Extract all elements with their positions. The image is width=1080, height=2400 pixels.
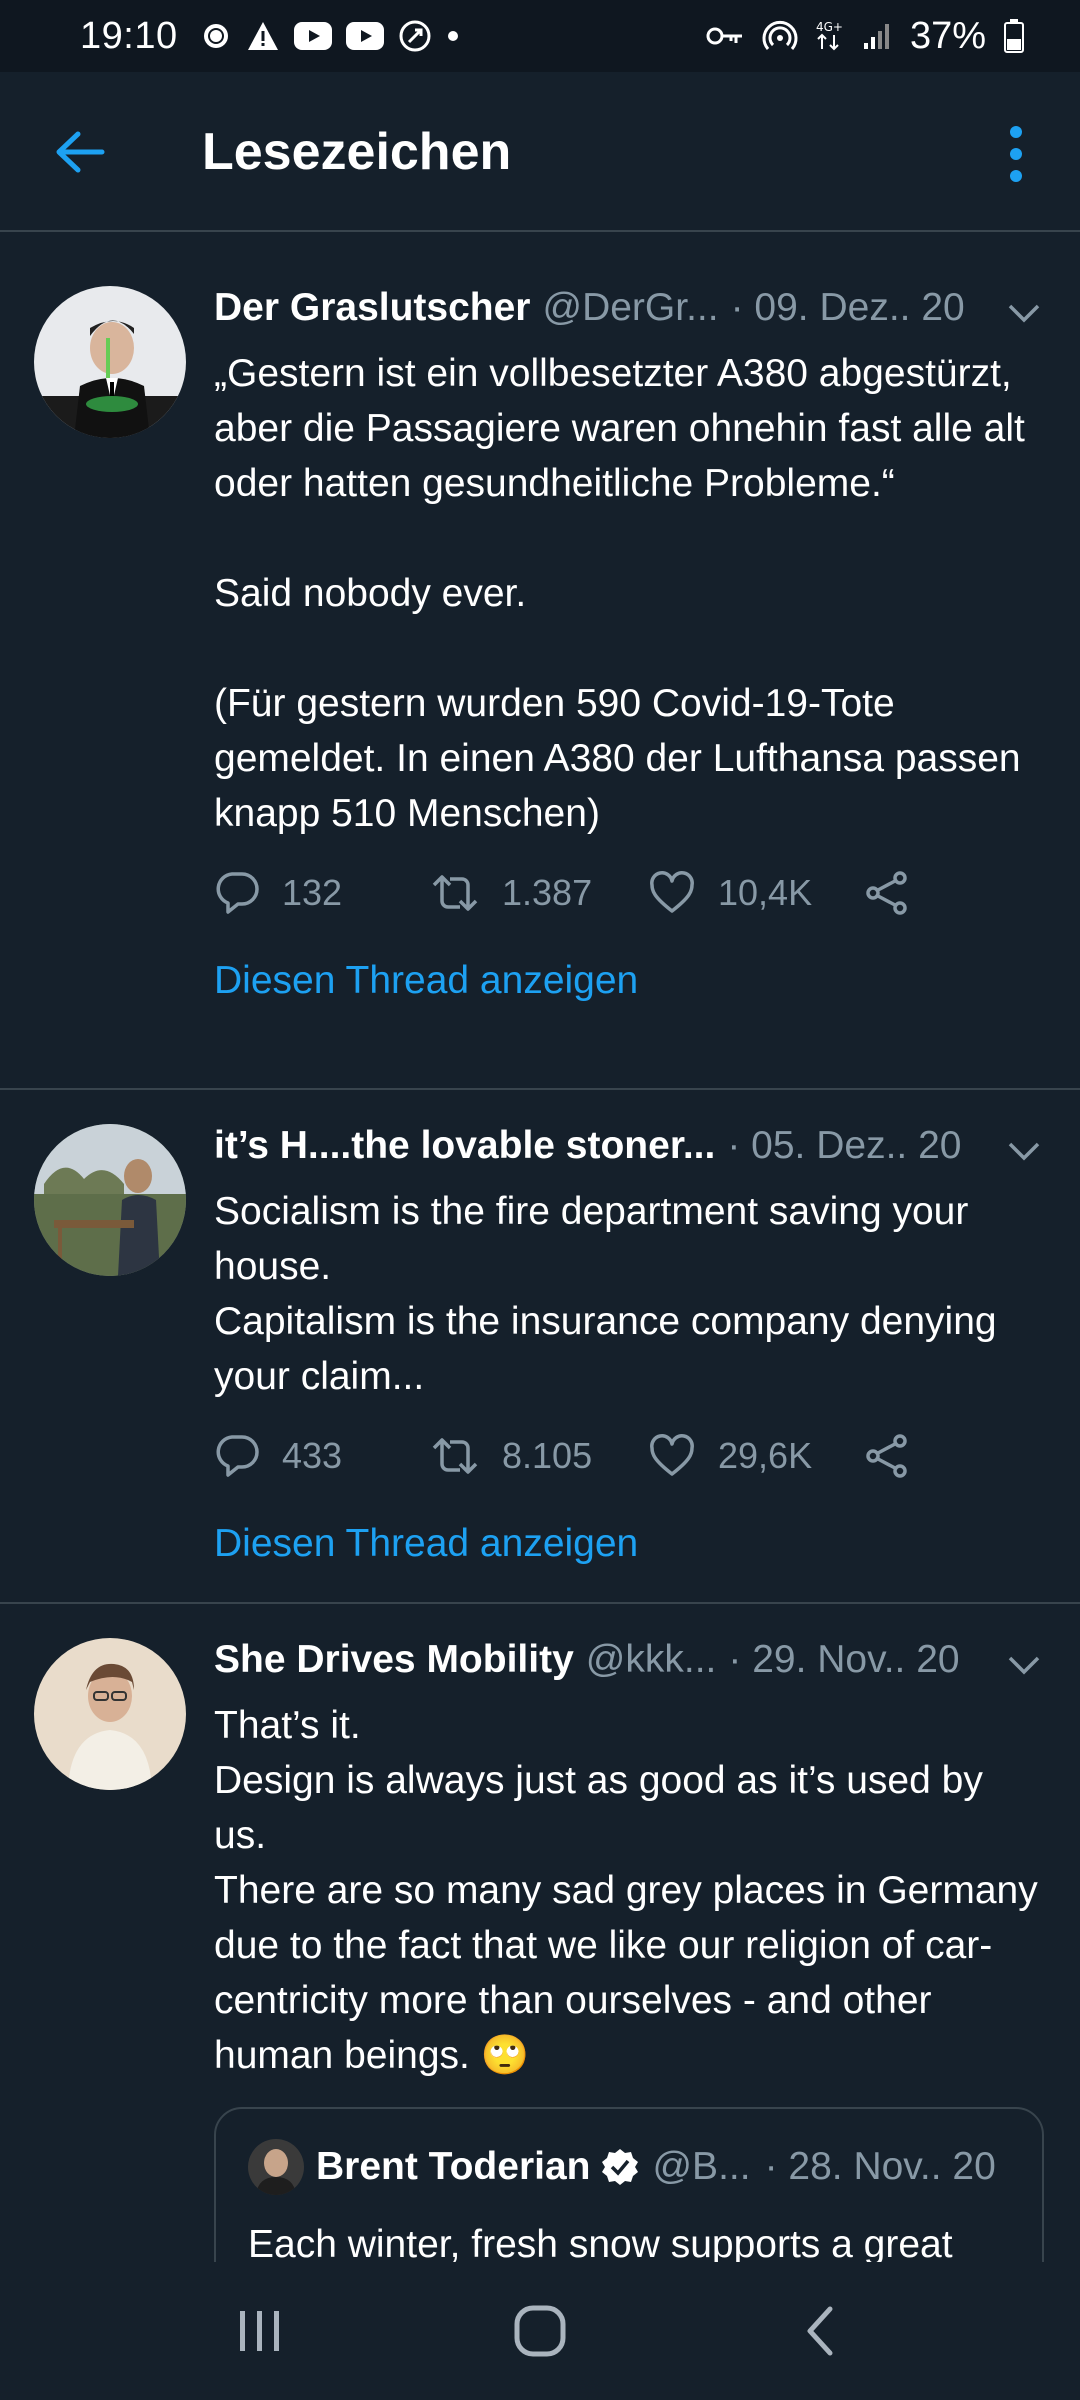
reply-button[interactable]: 433 — [214, 1433, 430, 1479]
news-icon — [398, 19, 432, 53]
retweet-button[interactable]: 1.387 — [430, 871, 648, 915]
reply-icon — [216, 872, 259, 914]
chevron-down-icon[interactable] — [1004, 294, 1044, 334]
arrow-left-icon — [56, 131, 105, 173]
back-icon — [807, 2306, 833, 2356]
youtube-icon — [345, 22, 384, 50]
warning-icon — [246, 20, 280, 52]
quoted-author-handle: @B... — [652, 2145, 751, 2188]
retweet-icon — [432, 1438, 478, 1474]
tweet-header: She Drives Mobility @kkk... · 29. Nov.. … — [214, 1638, 1044, 1698]
home-button[interactable] — [480, 2281, 600, 2381]
chat-bubble-icon — [200, 20, 232, 52]
tweet-actions: 132 1.387 10,4K — [214, 863, 1044, 923]
quoted-tweet-text: Each winter, fresh snow supports a great — [248, 2223, 953, 2262]
retweet-count: 1.387 — [502, 872, 593, 913]
notification-icons — [200, 19, 460, 53]
author-name[interactable]: She Drives Mobility — [214, 1638, 574, 1682]
back-nav-button[interactable] — [760, 2281, 880, 2381]
more-vertical-icon — [1010, 126, 1022, 182]
battery-icon — [1004, 19, 1024, 53]
avatar[interactable] — [34, 1638, 186, 1790]
like-count: 10,4K — [718, 872, 813, 913]
retweet-icon — [432, 875, 478, 911]
home-icon — [514, 2305, 566, 2357]
network-4g-icon: 4G+ — [816, 19, 844, 53]
quoted-tweet-header: Brent Toderian @B... · 28. Nov.. 20 — [248, 2137, 1006, 2197]
share-icon — [866, 871, 907, 915]
app-bar: Lesezeichen — [0, 72, 1080, 232]
like-count: 29,6K — [718, 1435, 813, 1476]
hotspot-icon — [762, 18, 798, 54]
avatar — [248, 2139, 304, 2195]
avatar[interactable] — [34, 286, 186, 438]
quoted-author-name: Brent Toderian — [316, 2145, 591, 2188]
back-button[interactable] — [48, 120, 112, 184]
avatar[interactable] — [34, 1124, 186, 1276]
battery-percent: 37% — [909, 14, 986, 57]
tweet[interactable]: She Drives Mobility @kkk... · 29. Nov.. … — [0, 1604, 1080, 2262]
tweet-actions: 433 8.105 29,6K — [214, 1426, 1044, 1486]
tweet-date: · 29. Nov.. 20 — [728, 1638, 960, 1681]
chevron-down-icon[interactable] — [1004, 1646, 1044, 1686]
retweet-button[interactable]: 8.105 — [430, 1434, 648, 1478]
page-title: Lesezeichen — [202, 123, 512, 181]
signal-icon — [862, 21, 892, 51]
tweet-header: Der Graslutscher @DerGr... · 09. Dez.. 2… — [214, 286, 1044, 346]
like-button[interactable]: 29,6K — [648, 1434, 864, 1478]
share-button[interactable] — [864, 1433, 932, 1479]
quoted-tweet-date: · 28. Nov.. 20 — [764, 2145, 996, 2188]
dot-icon — [446, 29, 460, 43]
more-options-button[interactable] — [996, 118, 1036, 190]
reply-icon — [216, 1435, 259, 1477]
verified-badge-icon — [602, 2149, 639, 2185]
show-thread-link[interactable]: Diesen Thread anzeigen — [214, 959, 638, 1003]
tweet-text: „Gestern ist ein vollbesetzter A380 abge… — [214, 352, 1025, 835]
key-icon — [706, 24, 744, 48]
heart-icon — [650, 1434, 694, 1476]
chevron-down-icon[interactable] — [1004, 1132, 1044, 1172]
reply-count: 433 — [282, 1435, 343, 1476]
author-handle[interactable]: @DerGr... — [542, 286, 718, 330]
bookmarks-feed: Der Graslutscher @DerGr... · 09. Dez.. 2… — [0, 252, 1080, 2262]
author-name[interactable]: Der Graslutscher — [214, 286, 530, 330]
system-icons: 4G+ 37% — [706, 0, 1024, 72]
tweet-date: · 05. Dez.. 20 — [727, 1124, 962, 1167]
status-time: 19:10 — [80, 14, 178, 57]
svg-text:4G+: 4G+ — [816, 20, 843, 34]
reply-count: 132 — [282, 872, 343, 913]
tweet-text: That’s it. Design is always just as good… — [214, 1704, 1038, 2077]
tweet[interactable]: Der Graslutscher @DerGr... · 09. Dez.. 2… — [0, 252, 1080, 1090]
author-name[interactable]: it’s H....the lovable stoner... — [214, 1124, 715, 1168]
like-button[interactable]: 10,4K — [648, 871, 864, 915]
show-thread-link[interactable]: Diesen Thread anzeigen — [214, 1522, 638, 1566]
youtube-icon — [293, 22, 332, 50]
share-icon — [866, 1434, 907, 1478]
system-nav-bar — [0, 2262, 1080, 2400]
share-button[interactable] — [864, 870, 932, 916]
tweet-header: it’s H....the lovable stoner... · 05. De… — [214, 1124, 1044, 1184]
status-bar: 19:10 4G+ 37% — [0, 0, 1080, 72]
author-handle[interactable]: @kkk... — [586, 1638, 717, 1682]
quoted-tweet[interactable]: Brent Toderian @B... · 28. Nov.. 20 Each… — [214, 2107, 1044, 2262]
tweet-date: · 09. Dez.. 20 — [730, 286, 965, 329]
heart-icon — [650, 871, 694, 913]
recent-apps-icon — [240, 2311, 279, 2351]
tweet[interactable]: it’s H....the lovable stoner... · 05. De… — [0, 1090, 1080, 1604]
reply-button[interactable]: 132 — [214, 870, 430, 916]
tweet-text: Socialism is the fire department saving … — [214, 1190, 997, 1398]
recent-apps-button[interactable] — [200, 2281, 320, 2381]
retweet-count: 8.105 — [502, 1435, 593, 1476]
